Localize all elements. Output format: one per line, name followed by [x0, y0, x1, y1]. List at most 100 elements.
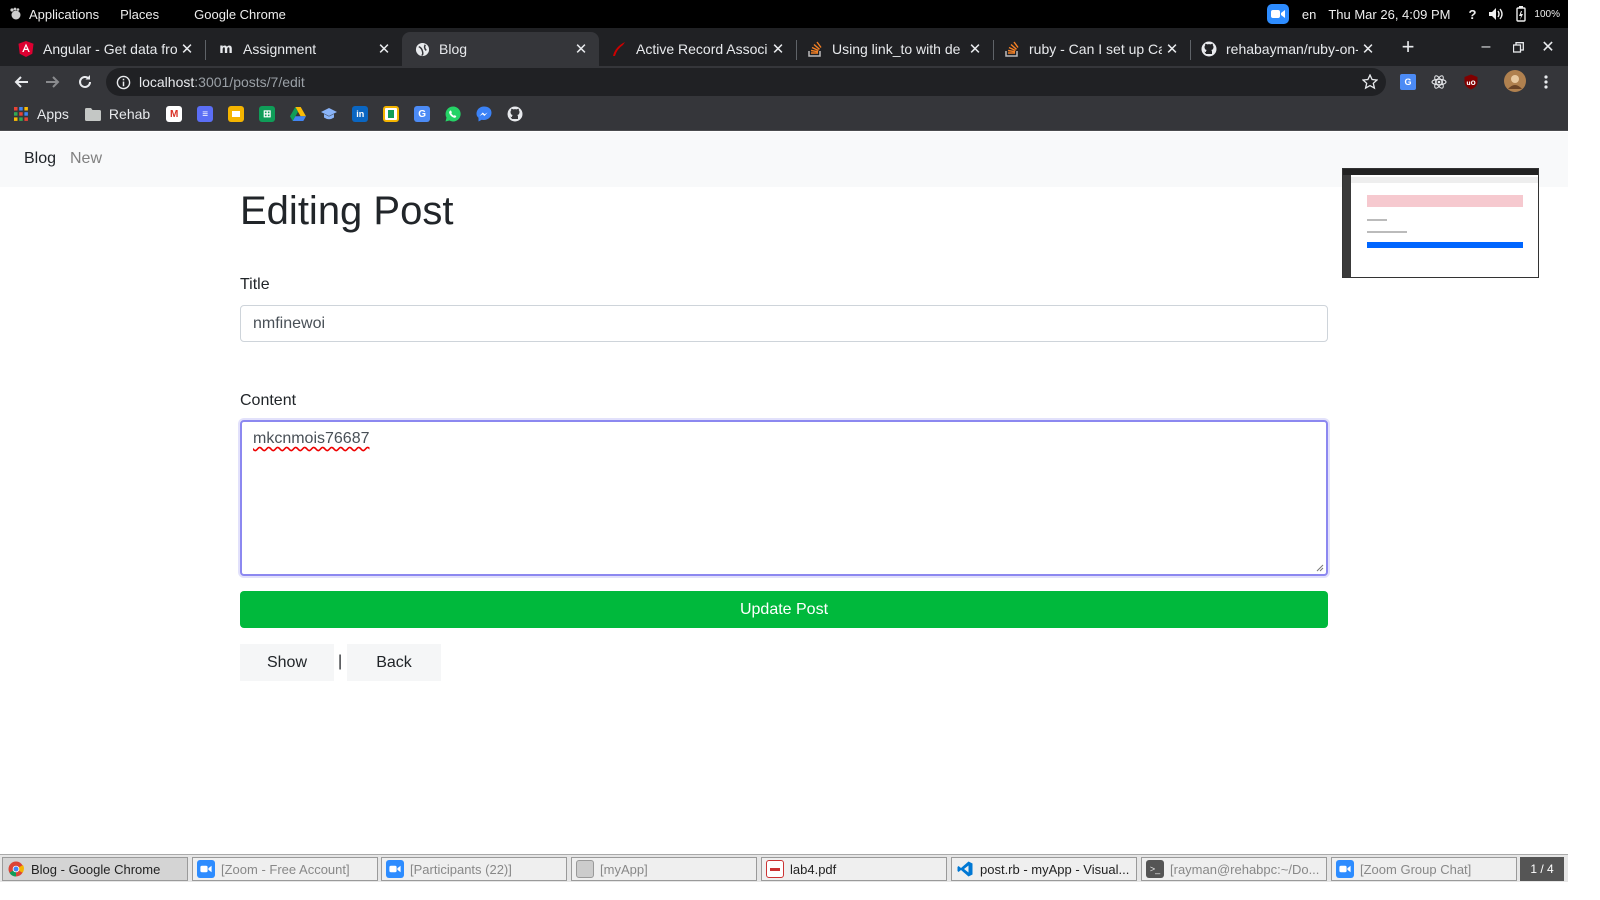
- page-title: Editing Post: [240, 189, 454, 233]
- bookmark-classroom[interactable]: [321, 98, 338, 131]
- task-pdf[interactable]: lab4.pdf: [761, 857, 947, 881]
- tab-title: rehabayman/ruby-on-: [1226, 41, 1358, 57]
- bookmark-gmail[interactable]: M: [166, 98, 183, 131]
- profile-avatar[interactable]: [1504, 70, 1526, 92]
- restore-icon[interactable]: [1502, 28, 1534, 66]
- tab-active-record[interactable]: Active Record Associ ✕: [599, 32, 796, 66]
- close-tab-icon[interactable]: ✕: [1358, 40, 1378, 58]
- bookmark-folder-label: Rehab: [108, 106, 151, 122]
- bookmark-linkedin[interactable]: in: [352, 98, 369, 131]
- folder-icon: [84, 107, 101, 121]
- tab-title: Using link_to with de: [832, 41, 961, 57]
- tab-link-to[interactable]: Using link_to with de ✕: [797, 32, 993, 66]
- stackoverflow-icon: [807, 41, 823, 57]
- resize-handle-icon[interactable]: [1316, 564, 1324, 572]
- tab-github[interactable]: rehabayman/ruby-on- ✕: [1191, 32, 1386, 66]
- clock[interactable]: Thu Mar 26, 4:09 PM: [1328, 7, 1450, 22]
- task-chrome[interactable]: Blog - Google Chrome: [2, 857, 188, 881]
- bookmark-drive[interactable]: [290, 98, 307, 131]
- task-zoom-account[interactable]: [Zoom - Free Account]: [192, 857, 378, 881]
- site-navbar: Blog New: [0, 132, 1568, 187]
- translate-icon[interactable]: G: [1398, 72, 1418, 92]
- battery-icon[interactable]: [1516, 6, 1527, 22]
- link-separator: |: [338, 653, 343, 670]
- close-tab-icon[interactable]: ✕: [768, 40, 788, 58]
- bookmark-translate[interactable]: G: [414, 98, 431, 131]
- tab-angular[interactable]: Angular - Get data fro ✕: [0, 32, 205, 66]
- terminal-icon: >_: [1146, 860, 1164, 878]
- minimize-icon[interactable]: –: [1470, 28, 1502, 66]
- close-tab-icon[interactable]: ✕: [1162, 40, 1182, 58]
- content-textarea[interactable]: mkcnmois76687: [240, 420, 1328, 576]
- vscode-icon: [956, 860, 974, 878]
- bookmarks-bar: Apps Rehab M ≡ ⊞ in G: [0, 98, 1568, 131]
- applications-menu[interactable]: Applications: [8, 0, 99, 28]
- language-indicator[interactable]: en: [1302, 7, 1316, 22]
- bookmark-star-icon[interactable]: [1362, 74, 1378, 90]
- task-zoom-chat[interactable]: [Zoom Group Chat]: [1331, 857, 1517, 881]
- bookmark-folder-rehab[interactable]: Rehab: [84, 98, 151, 131]
- bookmark-messenger[interactable]: [476, 98, 492, 131]
- task-label: [rayman@rehabpc:~/Do...: [1170, 861, 1320, 877]
- show-link[interactable]: Show: [240, 644, 334, 681]
- task-vscode[interactable]: post.rb - myApp - Visual...: [951, 857, 1137, 881]
- ublock-icon[interactable]: uO: [1461, 72, 1481, 92]
- bookmark-apps[interactable]: Apps: [14, 98, 69, 131]
- close-tab-icon[interactable]: ✕: [965, 40, 985, 58]
- bookmark-whatsapp[interactable]: [445, 98, 461, 131]
- places-menu[interactable]: Places: [120, 0, 159, 28]
- close-tab-icon[interactable]: ✕: [177, 40, 197, 58]
- title-label: Title: [240, 276, 270, 293]
- github-icon: [507, 106, 523, 122]
- places-label: Places: [120, 6, 160, 22]
- task-myapp[interactable]: [myApp]: [571, 857, 757, 881]
- navbar-brand-link[interactable]: Blog: [24, 150, 56, 168]
- react-devtools-icon[interactable]: [1429, 72, 1449, 92]
- gnome-foot-icon: [10, 7, 21, 20]
- bookmark-docs[interactable]: ≡: [197, 98, 214, 131]
- update-post-button[interactable]: Update Post: [240, 591, 1328, 628]
- screen-share-thumbnail[interactable]: [1342, 168, 1539, 278]
- active-app-label: Google Chrome: [194, 6, 286, 22]
- file-manager-icon: [576, 860, 594, 878]
- task-label: lab4.pdf: [790, 861, 837, 877]
- forward-arrow-icon[interactable]: [38, 66, 68, 98]
- page-viewport: Blog New Editing Post Title nmfinewoi Co…: [0, 132, 1568, 854]
- close-window-icon[interactable]: ✕: [1532, 28, 1564, 66]
- back-link[interactable]: Back: [347, 644, 441, 681]
- reload-icon[interactable]: [70, 66, 100, 98]
- task-terminal[interactable]: >_ [rayman@rehabpc:~/Do...: [1141, 857, 1327, 881]
- address-bar[interactable]: localhost:3001/posts/7/edit: [106, 68, 1386, 96]
- content-textarea-value: mkcnmois76687: [253, 430, 370, 447]
- help-icon[interactable]: ?: [1468, 7, 1476, 22]
- back-arrow-icon[interactable]: [6, 66, 36, 98]
- tab-assignment[interactable]: m Assignment ✕: [206, 32, 402, 66]
- chrome-menu-icon[interactable]: [1536, 72, 1556, 92]
- url-text: localhost:3001/posts/7/edit: [139, 74, 305, 90]
- nav-new-link[interactable]: New: [70, 150, 102, 168]
- close-tab-icon[interactable]: ✕: [374, 40, 394, 58]
- volume-icon[interactable]: [1488, 7, 1504, 21]
- slides-icon: [228, 106, 245, 122]
- bookmark-reader[interactable]: [383, 98, 400, 131]
- zoom-icon: [386, 860, 404, 878]
- zoom-tray-icon[interactable]: [1266, 4, 1289, 24]
- task-zoom-participants[interactable]: [Participants (22)]: [381, 857, 567, 881]
- google-translate-icon: G: [414, 106, 431, 122]
- bookmark-apps-label: Apps: [37, 106, 69, 122]
- title-input[interactable]: nmfinewoi: [240, 305, 1328, 342]
- tab-blog[interactable]: Blog ✕: [402, 32, 599, 66]
- bookmark-sheets[interactable]: ⊞: [259, 98, 276, 131]
- active-app-menu[interactable]: Google Chrome: [194, 0, 286, 28]
- workspace-pager[interactable]: 1 / 4: [1520, 857, 1564, 881]
- close-tab-icon[interactable]: ✕: [571, 40, 591, 58]
- task-label: [Participants (22)]: [410, 861, 512, 877]
- bookmark-keep[interactable]: [228, 98, 245, 131]
- graduation-cap-icon: [321, 108, 338, 120]
- new-tab-button[interactable]: +: [1392, 28, 1424, 66]
- info-icon[interactable]: [116, 75, 131, 90]
- tab-title: Active Record Associ: [636, 41, 768, 57]
- tab-ruby-setup[interactable]: ruby - Can I set up Ca ✕: [994, 32, 1190, 66]
- bookmark-github[interactable]: [507, 98, 523, 131]
- tab-title: Blog: [439, 41, 468, 57]
